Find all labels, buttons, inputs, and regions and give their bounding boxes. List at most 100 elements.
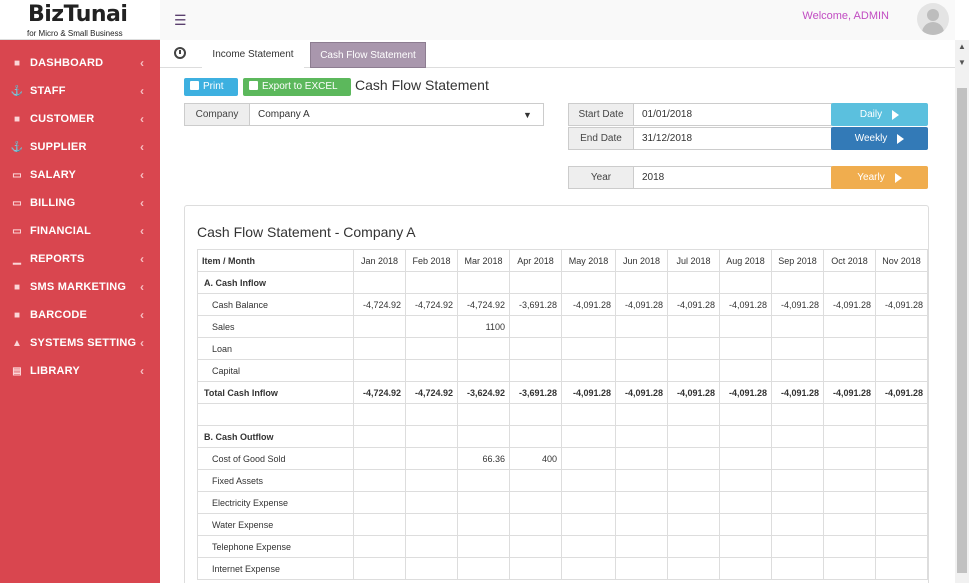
value-cell [457,535,510,558]
weekly-button[interactable]: Weekly [831,127,928,150]
value-cell [823,271,876,294]
scrollbar-thumb[interactable] [957,88,967,573]
year-input[interactable]: 2018 [634,167,831,188]
sidebar: BizTunai for Micro & Small Business ■ DAS… [0,0,160,583]
value-cell: -4,091.28 [875,293,928,316]
play-icon [897,133,905,144]
company-select[interactable]: Company Company A ▼ [184,103,544,126]
table-row: Loan [197,337,928,360]
sidebar-item-salary[interactable]: ▭ SALARY ‹ [0,161,160,189]
avatar[interactable] [917,3,949,35]
chevron-left-icon: ‹ [140,168,144,182]
book-icon: ▤ [12,365,22,377]
table-row: Cost of Good Sold 66.36 400 [197,447,928,470]
column-header-month: Jun 2018 [615,249,668,272]
column-header-month: Apr 2018 [509,249,562,272]
scroll-down-arrow-icon[interactable]: ▼ [955,56,969,70]
row-label-cell: A. Cash Inflow [197,271,354,294]
print-button[interactable]: Print [184,78,238,96]
sidebar-item-label: SMS MARKETING [30,281,127,293]
value-cell [823,469,876,492]
sidebar-item-dashboard[interactable]: ■ DASHBOARD ‹ [0,49,160,77]
value-cell [667,359,720,382]
value-cell [823,513,876,536]
column-header-month: Jan 2018 [353,249,406,272]
tab-income-statement[interactable]: Income Statement [202,42,304,68]
column-header-month: Aug 2018 [719,249,772,272]
value-cell [719,491,772,514]
scroll-up-arrow-icon[interactable]: ▲ [955,40,969,54]
value-cell: 400 [509,447,562,470]
daily-button-label: Daily [859,109,883,120]
row-label-cell: Internet Expense [197,557,354,580]
money-icon: ▭ [12,225,22,237]
chevron-left-icon: ‹ [140,224,144,238]
sidebar-item-label: BARCODE [30,309,88,321]
anchor-icon: ⚓ [10,141,24,153]
daily-button[interactable]: Daily [831,103,928,126]
sidebar-item-systems-setting[interactable]: ▲ SYSTEMS SETTING ‹ [0,329,160,357]
yearly-button[interactable]: Yearly [831,166,928,189]
bar-chart-icon: ▁ [13,253,21,265]
value-cell [353,271,406,294]
sidebar-item-customer[interactable]: ■ CUSTOMER ‹ [0,105,160,133]
sidebar-item-barcode[interactable]: ■ BARCODE ‹ [0,301,160,329]
export-excel-button[interactable]: Export to EXCEL [243,78,351,96]
value-cell: -4,724.92 [353,381,406,404]
value-cell: -4,091.28 [615,381,668,404]
value-cell [457,403,510,426]
sidebar-item-reports[interactable]: ▁ REPORTS ‹ [0,245,160,273]
end-date-group: End Date 31/12/2018 [568,127,832,150]
end-date-label: End Date [569,128,634,149]
value-cell [875,491,928,514]
value-cell [719,469,772,492]
value-cell [353,425,406,448]
chevron-left-icon: ‹ [140,84,144,98]
row-label-cell: Telephone Expense [197,535,354,558]
row-label-cell: Fixed Assets [197,469,354,492]
table-row: Total Cash Inflow -4,724.92 -4,724.92 -3,62… [197,381,928,404]
sidebar-item-label: BILLING [30,197,76,209]
value-cell: 66.36 [457,447,510,470]
row-label-cell: Total Cash Inflow [197,381,354,404]
value-cell [353,337,406,360]
table-row [197,403,928,426]
sidebar-item-sms-marketing[interactable]: ■ SMS MARKETING ‹ [0,273,160,301]
column-header-month: May 2018 [561,249,616,272]
start-date-input[interactable]: 01/01/2018 [634,104,831,125]
play-icon [892,109,900,120]
page-scrollbar[interactable]: ▲ ▼ [955,40,969,583]
row-label-cell: Capital [197,359,354,382]
value-cell [457,557,510,580]
value-cell: -4,091.28 [823,381,876,404]
company-value[interactable]: Company A [250,104,523,125]
power-icon[interactable] [174,47,186,59]
table-row: Sales 1100 [197,315,928,338]
column-header-item: Item / Month [197,249,354,272]
value-cell [615,557,668,580]
sidebar-item-financial[interactable]: ▭ FINANCIAL ‹ [0,217,160,245]
row-label-cell: Loan [197,337,354,360]
value-cell [667,469,720,492]
value-cell: -3,691.28 [509,381,562,404]
sidebar-item-billing[interactable]: ▭ BILLING ‹ [0,189,160,217]
sidebar-item-label: SYSTEMS SETTING [30,337,137,349]
end-date-input[interactable]: 31/12/2018 [634,128,831,149]
sidebar-item-library[interactable]: ▤ LIBRARY ‹ [0,357,160,385]
value-cell [457,425,510,448]
brand-logo[interactable]: BizTunai for Micro & Small Business [0,0,160,40]
value-cell [771,447,824,470]
dropdown-caret-icon[interactable]: ▼ [523,104,543,125]
value-cell [405,557,458,580]
tab-cash-flow-statement[interactable]: Cash Flow Statement [310,42,426,68]
value-cell: -4,091.28 [561,293,616,316]
sidebar-item-supplier[interactable]: ⚓ SUPPLIER ‹ [0,133,160,161]
sidebar-item-label: LIBRARY [30,365,80,377]
sidebar-item-staff[interactable]: ⚓ STAFF ‹ [0,77,160,105]
value-cell [405,535,458,558]
value-cell [509,337,562,360]
value-cell [719,447,772,470]
column-header-month: Oct 2018 [823,249,876,272]
hamburger-menu-icon[interactable]: ☰ [174,12,187,29]
value-cell: -4,724.92 [405,381,458,404]
